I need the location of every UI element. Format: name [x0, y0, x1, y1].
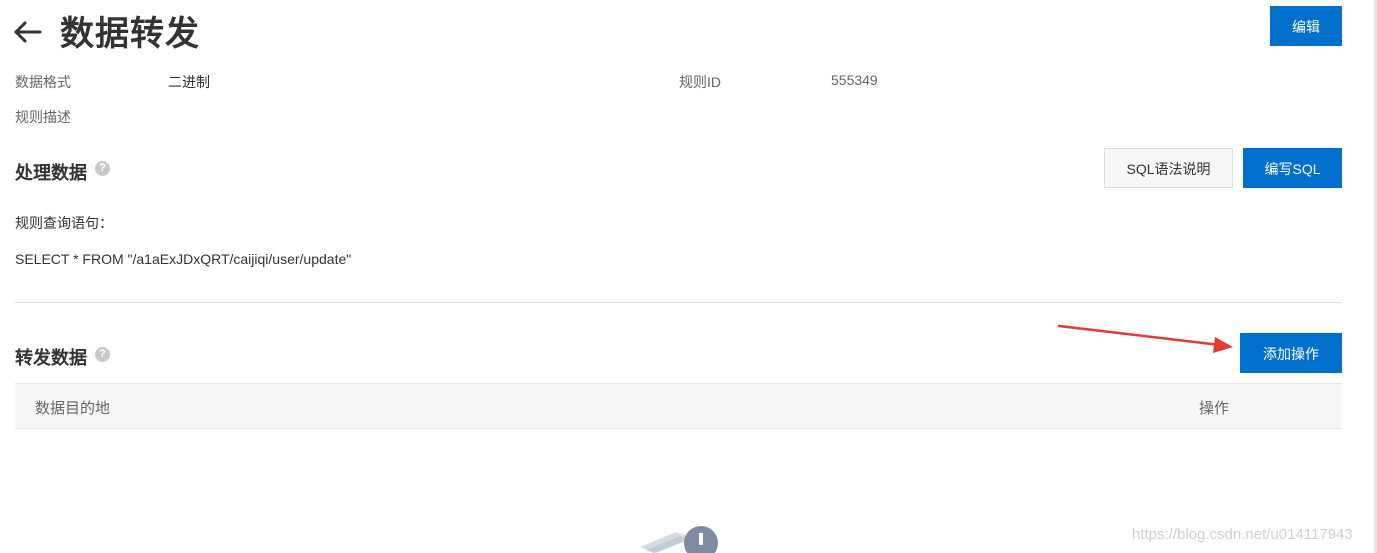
query-statement-label: 规则查询语句：: [15, 215, 113, 231]
data-format-value: 二进制: [168, 74, 210, 90]
add-operation-button[interactable]: 添加操作: [1240, 333, 1342, 373]
help-icon[interactable]: ?: [95, 347, 110, 362]
back-arrow-icon[interactable]: [12, 16, 44, 48]
column-operation: 操作: [1199, 400, 1230, 417]
section-divider: [15, 302, 1342, 303]
rule-description-label: 规则描述: [15, 109, 71, 125]
column-destination: 数据目的地: [35, 400, 111, 417]
rule-id-label: 规则ID: [679, 74, 721, 90]
process-data-title: 处理数据: [15, 163, 87, 183]
annotation-arrow-icon: [1057, 324, 1233, 353]
write-sql-button[interactable]: 编写SQL: [1243, 148, 1342, 188]
edit-button[interactable]: 编辑: [1270, 6, 1342, 46]
data-format-label: 数据格式: [15, 74, 71, 90]
page: 数据转发 编辑 数据格式 二进制 规则ID 555349 规则描述 处理数据 ?…: [0, 0, 1377, 553]
forward-data-title: 转发数据: [15, 348, 87, 368]
watermark: https://blog.csdn.net/u014117943: [1132, 526, 1353, 543]
query-statement-text: SELECT * FROM "/a1aExJDxQRT/caijiqi/user…: [15, 251, 352, 267]
forward-table-header: 数据目的地 操作: [15, 383, 1342, 429]
empty-state-icon: [640, 526, 718, 553]
page-title: 数据转发: [60, 15, 200, 53]
rule-id-value: 555349: [831, 72, 878, 88]
sql-syntax-help-button[interactable]: SQL语法说明: [1104, 148, 1233, 188]
help-icon[interactable]: ?: [95, 161, 110, 176]
